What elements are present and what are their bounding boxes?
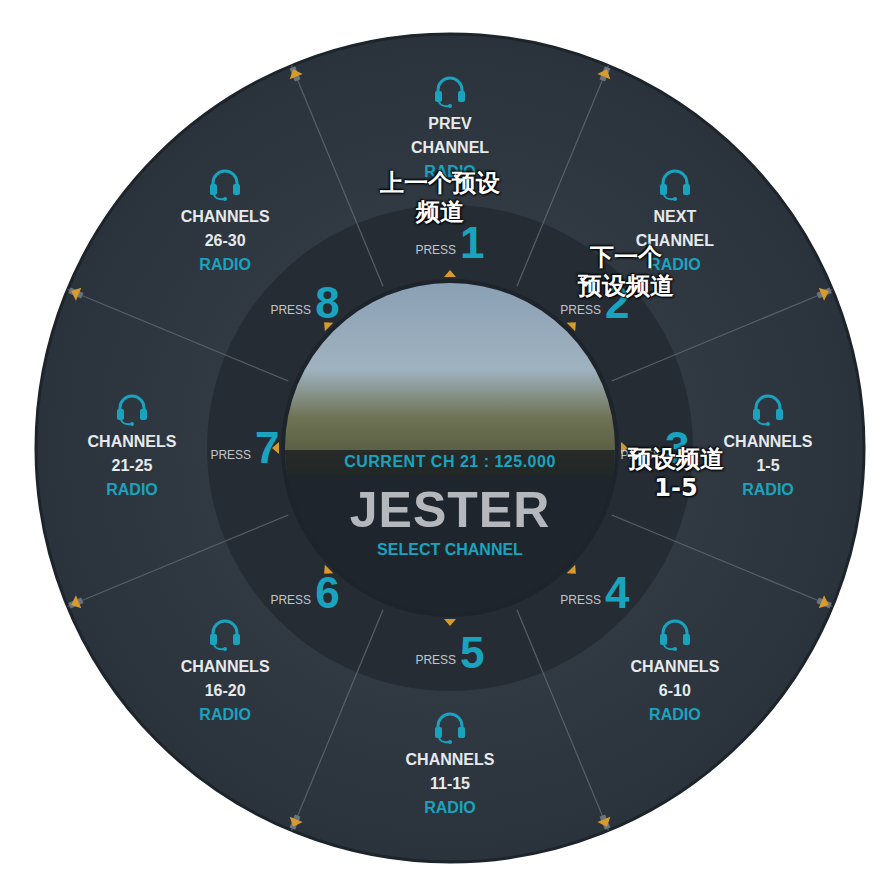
headset-icon <box>658 619 692 651</box>
press-label: PRESS <box>270 593 311 607</box>
headset-icon <box>433 76 467 108</box>
option-label: 6-10 <box>659 679 691 703</box>
slot-number[interactable]: PRESS 5 <box>415 631 484 675</box>
option-category: RADIO <box>649 703 701 727</box>
headset-icon <box>208 169 242 201</box>
option-label: CHANNELS <box>630 655 719 679</box>
headset-icon <box>433 712 467 744</box>
option-label: 26-30 <box>205 229 246 253</box>
option-category: RADIO <box>199 703 251 727</box>
press-label: PRESS <box>270 303 311 317</box>
option-label: CHANNELS <box>406 748 495 772</box>
annotation: 上一个预设频道 <box>380 169 500 227</box>
option-label: NEXT <box>654 205 697 229</box>
headset-icon <box>658 169 692 201</box>
press-label: PRESS <box>560 593 601 607</box>
press-label: PRESS <box>415 243 456 257</box>
menu-option[interactable]: PREVCHANNELRADIO <box>395 76 505 184</box>
slot-number[interactable]: PRESS 1 <box>415 221 484 265</box>
option-label: 1-5 <box>756 454 779 478</box>
option-label: CHANNEL <box>411 136 489 160</box>
annotation: 预设频道1-5 <box>628 445 724 503</box>
option-label: 21-25 <box>112 454 153 478</box>
menu-title: JESTER <box>350 485 551 535</box>
press-label: PRESS <box>210 448 251 462</box>
slot-number[interactable]: PRESS 7 <box>210 426 279 470</box>
menu-option[interactable]: CHANNELS11-15RADIO <box>395 712 505 820</box>
option-label: 11-15 <box>430 772 470 796</box>
menu-subtitle: SELECT CHANNEL <box>377 541 523 559</box>
menu-option[interactable]: CHANNELS6-10RADIO <box>620 619 730 727</box>
option-category: RADIO <box>424 796 476 820</box>
menu-option[interactable]: CHANNELS1-5RADIO <box>713 394 823 502</box>
annotation: 下一个预设频道 <box>578 243 674 301</box>
option-label: CHANNELS <box>181 205 270 229</box>
slot-digit: 8 <box>315 281 339 325</box>
slot-digit: 7 <box>255 426 279 470</box>
menu-option[interactable]: CHANNELS16-20RADIO <box>170 619 280 727</box>
slot-number[interactable]: PRESS 8 <box>270 281 339 325</box>
option-label: 16-20 <box>205 679 246 703</box>
option-label: CHANNELS <box>181 655 270 679</box>
press-label: PRESS <box>415 653 456 667</box>
center-panel: CURRENT CH 21 : 125.000 JESTER SELECT CHAN… <box>285 283 615 613</box>
current-channel: CURRENT CH 21 : 125.000 <box>285 450 615 475</box>
slot-digit: 5 <box>460 631 484 675</box>
headset-icon <box>115 394 149 426</box>
slot-digit: 1 <box>460 221 484 265</box>
option-category: RADIO <box>106 478 158 502</box>
option-label: PREV <box>428 112 472 136</box>
headset-icon <box>751 394 785 426</box>
slot-digit: 4 <box>605 571 629 615</box>
option-label: CHANNELS <box>724 430 813 454</box>
radial-menu: CURRENT CH 21 : 125.000 JESTER SELECT CHAN… <box>0 0 880 880</box>
option-label: CHANNELS <box>88 430 177 454</box>
menu-option[interactable]: CHANNELS21-25RADIO <box>77 394 187 502</box>
option-category: RADIO <box>199 253 251 277</box>
menu-option[interactable]: CHANNELS26-30RADIO <box>170 169 280 277</box>
slot-number[interactable]: PRESS 4 <box>560 571 629 615</box>
slot-digit: 6 <box>315 571 339 615</box>
option-category: RADIO <box>742 478 794 502</box>
press-label: PRESS <box>560 303 601 317</box>
headset-icon <box>208 619 242 651</box>
slot-number[interactable]: PRESS 6 <box>270 571 339 615</box>
